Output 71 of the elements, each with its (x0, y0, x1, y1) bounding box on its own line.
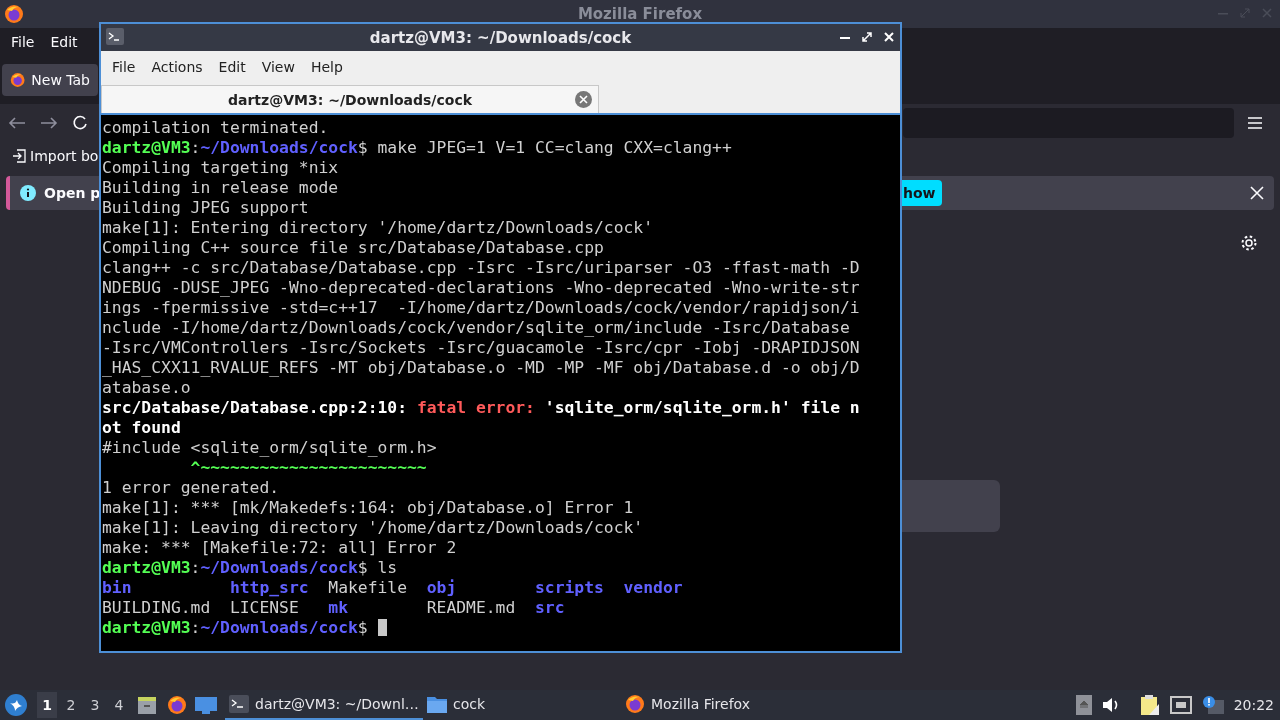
terminal-line: make[1]: *** [mk/Makedefs:164: obj/Database.o] Error 1 (102, 498, 634, 517)
terminal-tab[interactable]: dartz@VM3: ~/Downloads/cock (101, 85, 599, 113)
url-field[interactable] (903, 108, 1234, 138)
menu-item[interactable]: File (3, 34, 43, 50)
terminal-line: -Isrc/VMControllers -Isrc/Sockets -Isrc/guacamole -Isrc/cpr -Iobj -DRAPIDJSON (102, 338, 860, 357)
terminal-line: Compiling C++ source file src/Database/Database.cpp (102, 238, 604, 257)
start-menu-icon[interactable] (5, 694, 27, 716)
terminal-icon (106, 28, 124, 45)
file-cabinet-icon[interactable] (137, 695, 157, 715)
terminal-icon (229, 695, 249, 713)
terminal-line: make[1]: Leaving directory '/home/dartz/Downloads/cock' (102, 518, 644, 537)
reload-icon[interactable] (72, 115, 88, 131)
eject-icon[interactable] (1075, 695, 1092, 715)
notification-text: Open p (44, 185, 101, 201)
terminal-line: dartz@VM3:~/Downloads/cock$ (102, 618, 369, 637)
terminal-line: compilation terminated. (102, 118, 329, 137)
terminal-line: src/Database/Database.cpp:2:10: fatal error: 'sqlite_orm/sqlite_orm.h' file n (102, 398, 860, 417)
window-icon[interactable] (195, 696, 217, 714)
terminal-line: bin http_src Makefile obj scripts vendor (102, 578, 683, 597)
firefox-icon (10, 72, 26, 88)
terminal-line: BUILDING.md LICENSE mk README.md src (102, 598, 565, 617)
speaker-icon[interactable] (1101, 697, 1120, 713)
terminal-line: make: *** [Makefile:72: all] Error 2 (102, 538, 457, 557)
desktop-switch[interactable]: 4 (109, 692, 129, 718)
menu-item[interactable]: Help (302, 59, 351, 75)
terminal-line: ings -fpermissive -std=c++17 -I/home/dartz/Downloads/cock/vendor/rapidjson/i (102, 298, 860, 317)
menu-icon[interactable] (1248, 117, 1262, 129)
terminal-line: dartz@VM3:~/Downloads/cock$ make JPEG=1 V=1 CC=clang CXX=clang++ (102, 138, 732, 157)
desktop-switch[interactable]: 2 (61, 692, 81, 718)
desktop-switch[interactable]: 3 (85, 692, 105, 718)
import-icon (12, 149, 26, 163)
firefox-icon (625, 694, 645, 714)
clock: 20:22 (1233, 697, 1274, 713)
firefox-icon (4, 4, 24, 24)
show-button[interactable]: how (901, 180, 942, 206)
back-icon[interactable] (8, 116, 26, 130)
terminal-line: ^~~~~~~~~~~~~~~~~~~~~~~~ (189, 458, 427, 477)
firefox-icon (167, 695, 187, 715)
taskbar-task[interactable]: Mozilla Firefox (621, 690, 819, 720)
terminal-line: nclude -I/home/dartz/Downloads/cock/vendor/sqlite_orm/include -Isrc/Database (102, 318, 850, 337)
terminal-line: dartz@VM3:~/Downloads/cock$ ls (102, 558, 398, 577)
terminal-line: ot found (102, 418, 181, 437)
menu-item[interactable]: File (104, 59, 144, 75)
terminal-line: _HAS_CXX11_RVALUE_REFS -MT obj/Database.o -MD -MP -MF obj/Database.d -o obj/D (102, 358, 860, 377)
terminal-line: clang++ -c src/Database/Database.cpp -Isrc -Isrc/uriparser -O3 -ffast-math -D (102, 258, 860, 277)
window-title: Mozilla Firefox (577, 5, 703, 23)
terminal-line: Compiling targeting *nix (102, 158, 339, 177)
info-icon (20, 185, 36, 201)
menu-item[interactable]: Actions (143, 59, 211, 75)
network-icon[interactable] (1169, 696, 1192, 714)
menu-item[interactable]: Edit (210, 59, 254, 75)
window-title: dartz@VM3: ~/Downloads/cock (369, 28, 632, 47)
terminal-line: Building in release mode (102, 178, 339, 197)
forward-icon[interactable] (40, 116, 58, 130)
terminal-line: 1 error generated. (102, 478, 280, 497)
clipboard-icon[interactable] (1139, 694, 1160, 716)
terminal-line: atabase.o (102, 378, 191, 397)
terminal-line: Building JPEG support (102, 198, 309, 217)
bookmark-item[interactable]: Import bo (30, 148, 99, 164)
desktop-switch[interactable]: 1 (37, 692, 57, 718)
menu-item[interactable]: View (253, 59, 303, 75)
terminal-line: make[1]: Entering directory '/home/dartz/Downloads/cock' (102, 218, 654, 237)
terminal-line: #include <sqlite_orm/sqlite_orm.h> (102, 438, 437, 457)
settings-icon[interactable] (1240, 234, 1258, 252)
taskbar-task[interactable]: cock (423, 690, 621, 720)
menu-item[interactable]: Edit (42, 34, 86, 50)
browser-tab[interactable]: New Tab (2, 64, 98, 96)
folder-icon (427, 695, 447, 713)
taskbar-task[interactable]: dartz@VM3: ~/Downl… (225, 690, 423, 720)
terminal-line: NDEBUG -DUSE_JPEG -Wno-deprecated-declarations -Wno-deprecated -Wno-write-str (102, 278, 860, 297)
notification-icon[interactable] (1201, 695, 1224, 715)
